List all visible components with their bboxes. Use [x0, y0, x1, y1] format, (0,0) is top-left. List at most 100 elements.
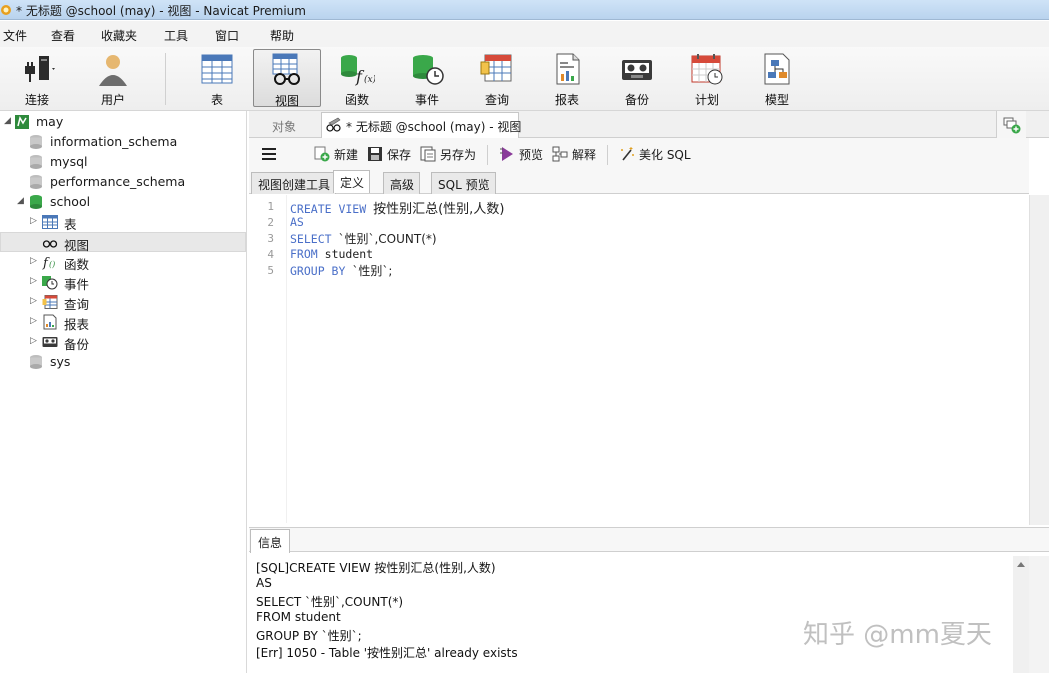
schedule-calendar-icon: [691, 54, 723, 85]
editor-toolbar: 新建 保存 另存为 预览 解释 美化 SQL: [249, 138, 1029, 170]
tree-db-label: school: [50, 194, 91, 209]
model-icon: [764, 53, 790, 85]
database-icon: [30, 355, 42, 369]
menu-tools[interactable]: 工具: [164, 27, 188, 44]
scroll-up-arrow-icon[interactable]: [1017, 562, 1025, 567]
table-label: 表: [210, 93, 223, 107]
function-button[interactable]: f (x) 函数: [323, 49, 391, 107]
query-button[interactable]: 查询: [463, 49, 531, 107]
new-plus-icon: [314, 146, 330, 162]
tab-view-editor[interactable]: * 无标题 @school (may) - 视图: [321, 112, 522, 138]
menu-view[interactable]: 查看: [51, 27, 75, 44]
tree-db-sys[interactable]: sys: [0, 352, 246, 372]
sql-text: student: [324, 247, 374, 261]
editor-side-panel: [1029, 195, 1049, 525]
sql-keyword: SELECT: [290, 232, 332, 246]
tree-item-backups[interactable]: ▷ 备份: [0, 332, 246, 352]
tree-item-label: 报表: [64, 317, 90, 332]
tree-connection-may[interactable]: ◢ may: [0, 112, 246, 132]
info-line: [SQL]CREATE VIEW 按性别汇总(性别,人数): [256, 561, 496, 575]
info-scrollbar[interactable]: [1013, 556, 1029, 673]
watermark: 知乎 @mm夏天: [803, 620, 992, 650]
menu-window[interactable]: 窗口: [215, 27, 239, 44]
save-button[interactable]: 保存: [367, 146, 411, 164]
tab-view-editor-label: * 无标题 @school (may) - 视图: [346, 120, 522, 134]
tree-item-queries[interactable]: ▷ 查询: [0, 292, 246, 312]
user-button[interactable]: 用户: [79, 49, 147, 107]
database-icon: [30, 135, 42, 149]
line-number: 3: [267, 232, 274, 245]
preview-play-icon: [500, 147, 513, 161]
model-label: 模型: [764, 93, 789, 107]
menu-help[interactable]: 帮助: [270, 27, 294, 44]
svg-text:(x): (x): [364, 74, 375, 85]
save-as-button[interactable]: 另存为: [420, 146, 476, 164]
menu-favorites[interactable]: 收藏夹: [101, 27, 137, 44]
line-number: 4: [267, 248, 274, 261]
code-line-2: AS: [290, 215, 304, 229]
expand-arrow-icon[interactable]: ▷: [30, 316, 40, 326]
subtab-sql-preview[interactable]: SQL 预览: [431, 172, 496, 194]
view-edit-icon: [326, 117, 341, 132]
menu-file[interactable]: 文件: [3, 27, 27, 44]
expand-arrow-icon[interactable]: ▷: [30, 216, 40, 226]
explain-button[interactable]: 解释: [552, 146, 596, 164]
report-button[interactable]: 报表: [533, 49, 601, 107]
view-button[interactable]: 视图: [253, 49, 321, 108]
expand-arrow-icon[interactable]: ▷: [30, 296, 40, 306]
beautify-sql-button[interactable]: 美化 SQL: [619, 146, 691, 164]
magic-wand-icon: [621, 147, 634, 161]
preview-button[interactable]: 预览: [499, 146, 543, 164]
tree-item-functions[interactable]: ▷ f() 函数: [0, 252, 246, 272]
collapse-arrow-icon[interactable]: ◢: [4, 116, 14, 126]
expand-arrow-icon[interactable]: ▷: [30, 276, 40, 286]
database-active-icon: [30, 195, 42, 209]
event-clock-icon: [42, 276, 58, 290]
expand-arrow-icon[interactable]: ▷: [30, 256, 40, 266]
backup-tape-icon: [622, 60, 652, 80]
tree-item-views[interactable]: 视图: [0, 232, 246, 253]
tree-item-reports[interactable]: ▷ 报表: [0, 312, 246, 332]
connect-button[interactable]: 连接: [3, 49, 71, 107]
new-label: 新建: [334, 148, 359, 162]
tree-item-tables[interactable]: ▷ 表: [0, 212, 246, 232]
database-icon: [30, 175, 42, 189]
preview-label: 预览: [519, 148, 544, 162]
query-icon: [480, 54, 512, 82]
report-icon: [556, 53, 580, 85]
new-button[interactable]: 新建: [314, 146, 358, 164]
view-glasses-icon: [272, 53, 300, 85]
event-label: 事件: [414, 93, 439, 107]
query-icon: [42, 295, 58, 309]
sql-code-editor[interactable]: 1 2 3 4 5 CREATE VIEW 按性别汇总(性别,人数) AS SE…: [249, 195, 1029, 523]
table-button[interactable]: 表: [183, 49, 251, 107]
schedule-button[interactable]: 计划: [673, 49, 741, 107]
hamburger-menu-icon[interactable]: [262, 148, 276, 160]
code-line-3: SELECT `性别`,COUNT(*): [290, 230, 437, 247]
tree-item-label: 查询: [64, 297, 90, 312]
new-tab-button[interactable]: [996, 111, 1026, 138]
sql-keyword: CREATE VIEW: [290, 202, 367, 216]
tab-objects[interactable]: 对象: [249, 113, 319, 137]
info-tab-strip: 信息: [249, 527, 1049, 553]
document-tab-strip: 对象 * 无标题 @school (may) - 视图: [249, 111, 1049, 138]
sql-text: 按性别汇总(性别,人数): [373, 202, 505, 217]
model-button[interactable]: 模型: [743, 49, 811, 107]
tree-db-school[interactable]: ◢ school: [0, 192, 246, 212]
info-error-line: [Err] 1050 - Table '按性别汇总' already exist…: [256, 646, 518, 660]
code-line-4: FROM student: [290, 247, 373, 261]
tree-item-events[interactable]: ▷ 事件: [0, 272, 246, 292]
tree-item-label: 事件: [64, 277, 90, 292]
expand-arrow-icon[interactable]: ▷: [30, 336, 40, 346]
tab-info[interactable]: 信息: [250, 529, 290, 553]
explain-icon: [552, 146, 568, 162]
tree-db-information-schema[interactable]: information_schema: [0, 132, 246, 152]
subtab-advanced[interactable]: 高级: [383, 172, 421, 194]
collapse-arrow-icon[interactable]: ◢: [17, 196, 27, 206]
tree-db-performance-schema[interactable]: performance_schema: [0, 172, 246, 192]
event-button[interactable]: 事件: [393, 49, 461, 107]
backup-button[interactable]: 备份: [603, 49, 671, 107]
tree-db-mysql[interactable]: mysql: [0, 152, 246, 172]
subtab-definition[interactable]: 定义: [333, 170, 371, 193]
subtab-view-builder[interactable]: 视图创建工具: [251, 172, 337, 194]
